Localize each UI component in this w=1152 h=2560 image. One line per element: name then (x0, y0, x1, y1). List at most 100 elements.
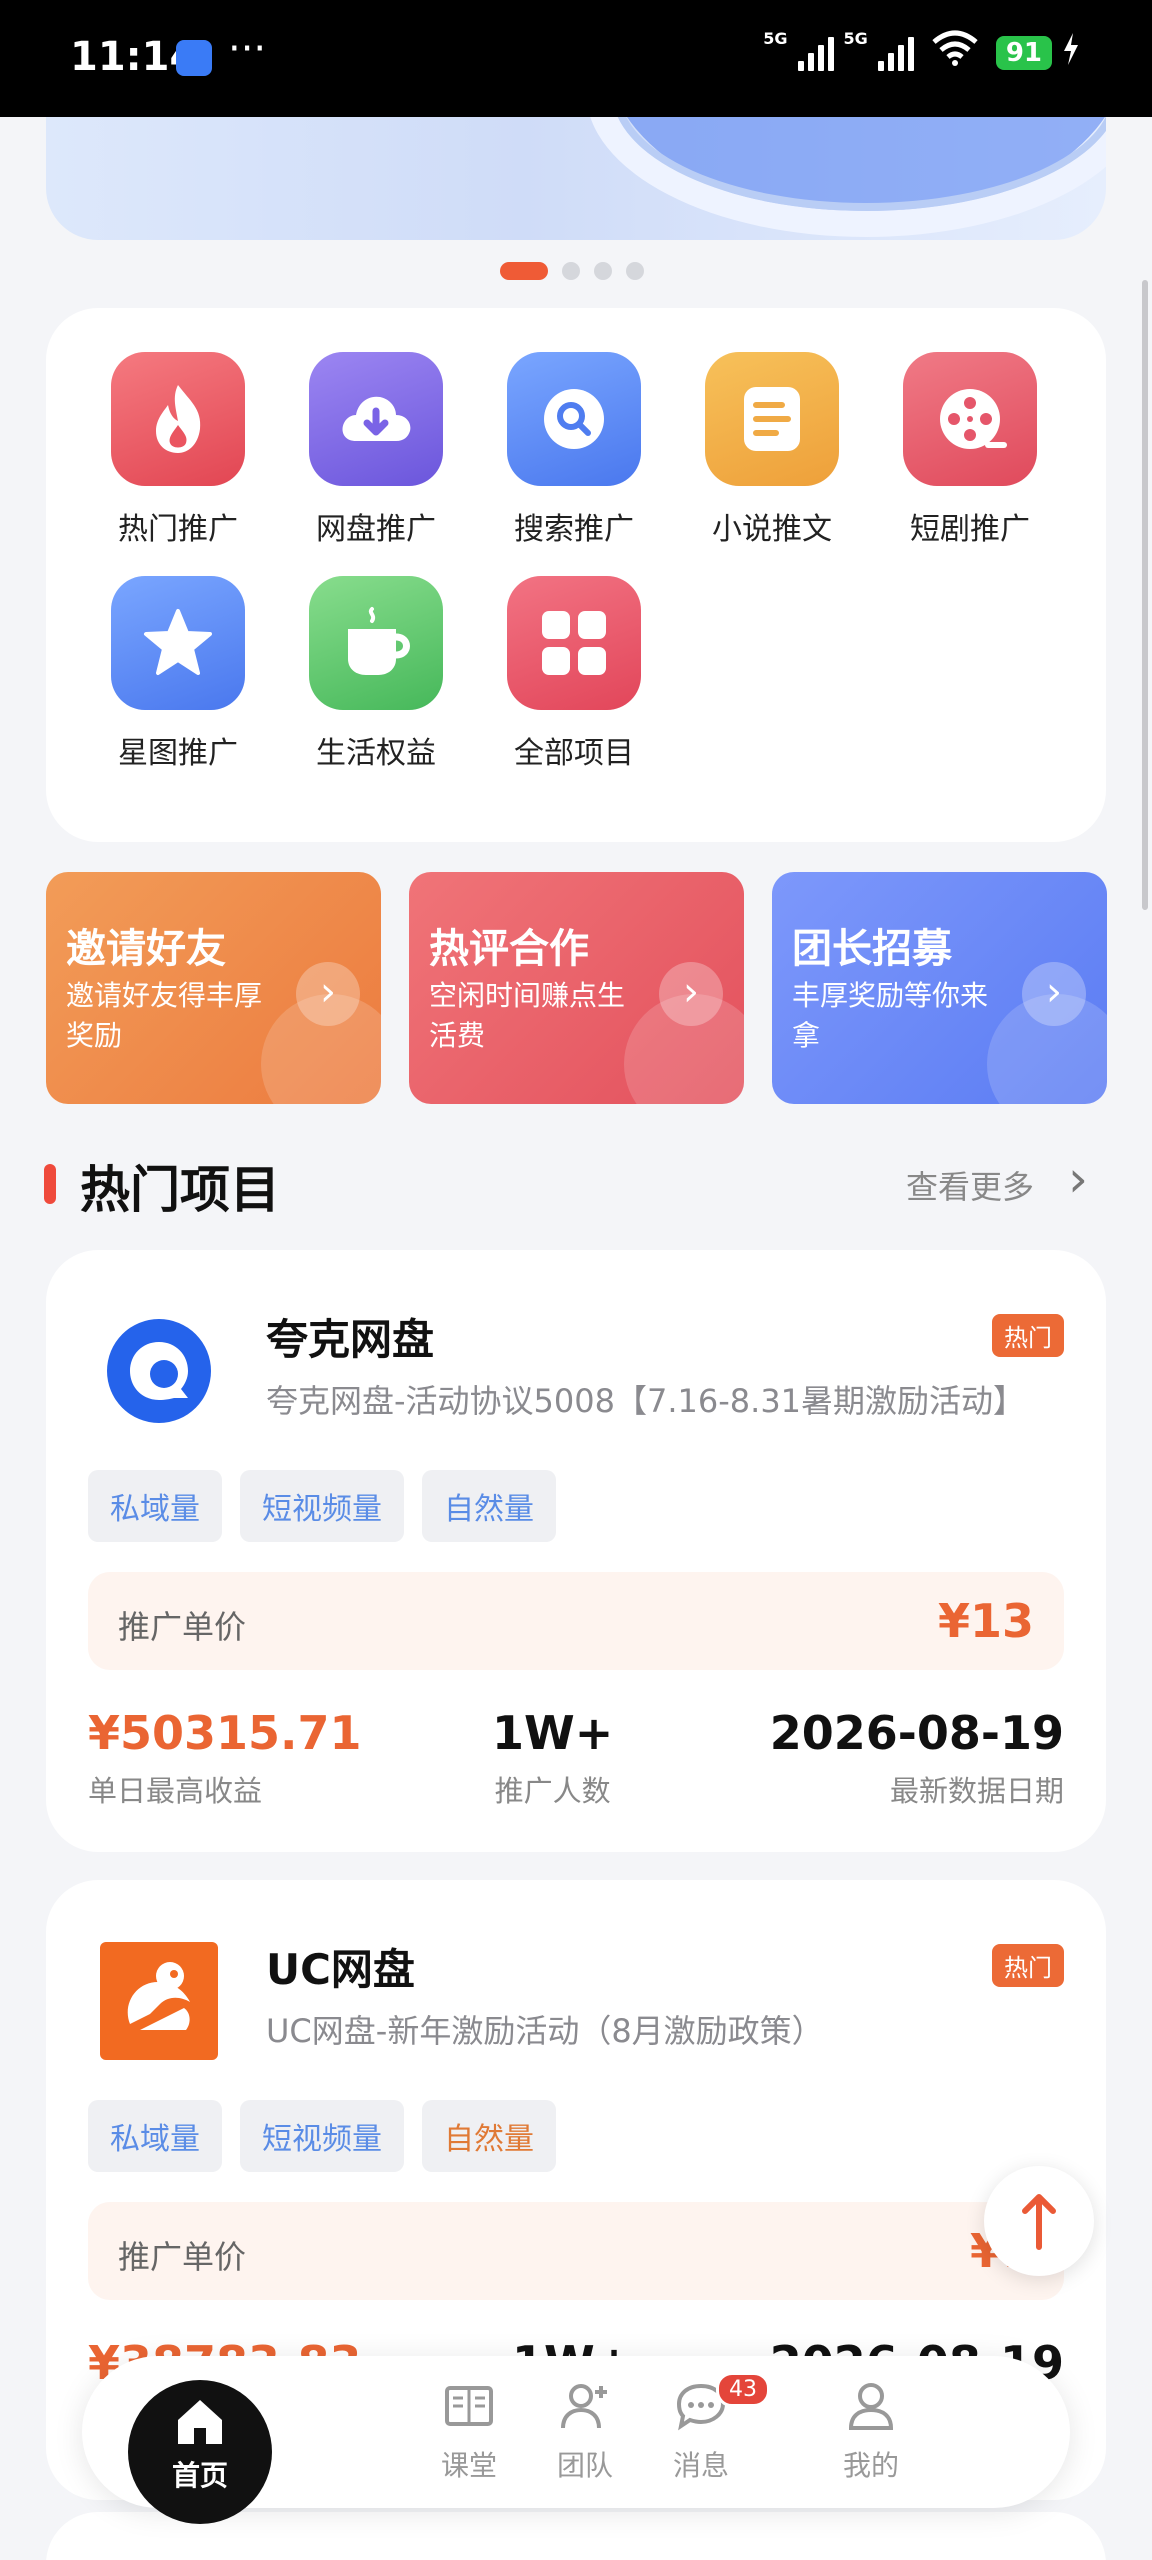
unit-price-bar: 推广单价 ¥13 (88, 1572, 1064, 1670)
back-to-top-button[interactable] (984, 2166, 1094, 2276)
tag-short-video-traffic: 短视频量 (240, 2100, 404, 2172)
promo-title: 团长招募 (792, 926, 952, 972)
chevron-right-icon: › (659, 962, 723, 1026)
grid-icon (507, 576, 641, 710)
project-card-quark[interactable]: 夸克网盘 夸克网盘-活动协议5008【7.16-8.31暑期激励活动】 热门 私… (46, 1250, 1106, 1852)
signal-bars-icon (877, 35, 914, 71)
tag-short-video-traffic: 短视频量 (240, 1470, 404, 1542)
search-icon (507, 352, 641, 486)
section-title: 热门项目 (80, 1161, 280, 1219)
fire-icon (111, 352, 245, 486)
chevron-right-icon: › (296, 962, 360, 1026)
project-name: UC网盘 (266, 1945, 415, 1994)
pager-dot (626, 262, 644, 280)
star-icon (111, 576, 245, 710)
banner-graphic-ring (586, 117, 1106, 237)
price-label: 推广单价 (118, 1608, 247, 1646)
category-search-promotion[interactable]: 搜索推广 (484, 352, 664, 548)
promo-description: 丰厚奖励等你来拿 (792, 979, 989, 1052)
promo-description: 邀请好友得丰厚奖励 (66, 979, 263, 1052)
more-notifications-icon: ··· (228, 26, 267, 72)
tab-home[interactable]: 首页 (128, 2380, 272, 2524)
project-subtitle: 夸克网盘-活动协议5008【7.16-8.31暑期激励活动】 (266, 1382, 1026, 1420)
hot-badge: 热门 (992, 1944, 1064, 1987)
tab-label: 我的 (842, 2449, 899, 2482)
section-accent-bar (44, 1164, 56, 1204)
pager-dot (594, 262, 612, 280)
stat-latest-data-date: 2026-08-19 最新数据日期 (770, 1706, 1064, 1810)
stat-promoter-count: 1W+ 推广人数 (492, 1706, 613, 1810)
category-all-projects[interactable]: 全部项目 (484, 576, 664, 772)
stat-value: 1W+ (492, 1706, 614, 1760)
home-icon (172, 2394, 228, 2450)
cloud-download-icon (309, 352, 443, 486)
stat-value: 2026-08-19 (769, 1706, 1064, 1760)
hot-comment-cooperation-card[interactable]: 热评合作 空闲时间赚点生活费 › (409, 872, 744, 1104)
baidu-app-icon (176, 40, 212, 76)
document-icon (705, 352, 839, 486)
stat-value: ¥50315.71 (88, 1706, 362, 1760)
price-value: ¥13 (937, 1594, 1034, 1648)
category-label: 热门推广 (118, 512, 238, 547)
stat-label: 单日最高收益 (88, 1774, 263, 1808)
project-tags: 私域量 短视频量 自然量 (88, 2100, 556, 2172)
pager-dot (562, 262, 580, 280)
coffee-cup-icon (309, 576, 443, 710)
category-label: 小说推文 (712, 512, 832, 547)
category-label: 搜索推广 (514, 512, 634, 547)
charging-icon (1062, 32, 1080, 73)
film-reel-icon (903, 352, 1037, 486)
chevron-right-icon[interactable]: › (1068, 1150, 1088, 1208)
team-icon (557, 2378, 613, 2434)
profile-icon (843, 2378, 899, 2434)
promo-banner[interactable] (46, 117, 1106, 240)
promo-title: 邀请好友 (66, 926, 226, 972)
chevron-right-icon: › (1022, 962, 1086, 1026)
promo-title: 热评合作 (429, 926, 589, 972)
price-label: 推广单价 (118, 2238, 247, 2276)
category-short-drama[interactable]: 短剧推广 (880, 352, 1060, 548)
signal-bars-icon (797, 35, 834, 71)
category-life-benefits[interactable]: 生活权益 (286, 576, 466, 772)
promo-description: 空闲时间赚点生活费 (429, 979, 626, 1052)
category-cloud-drive[interactable]: 网盘推广 (286, 352, 466, 548)
tab-profile[interactable]: 我的 (796, 2378, 946, 2488)
category-label: 生活权益 (316, 736, 436, 771)
scrollbar[interactable] (1142, 280, 1148, 910)
banner-pager (500, 262, 644, 280)
tag-natural-traffic: 自然量 (422, 1470, 556, 1542)
network-type-2: 5G (843, 29, 868, 48)
view-more-link[interactable]: 查看更多 (906, 1162, 1034, 1208)
team-leader-recruit-card[interactable]: 团长招募 丰厚奖励等你来拿 › (772, 872, 1107, 1104)
category-label: 星图推广 (118, 736, 238, 771)
project-subtitle: UC网盘-新年激励活动（8月激励政策） (266, 2012, 824, 2050)
tab-label: 首页 (171, 2459, 228, 2492)
tag-natural-traffic: 自然量 (422, 2100, 556, 2172)
invite-friends-card[interactable]: 邀请好友 邀请好友得丰厚奖励 › (46, 872, 381, 1104)
stat-max-daily-income: ¥50315.71 单日最高收益 (88, 1706, 362, 1810)
project-name: 夸克网盘 (266, 1315, 435, 1364)
category-star-map[interactable]: 星图推广 (88, 576, 268, 772)
stat-label: 最新数据日期 (889, 1774, 1064, 1808)
tag-private-traffic: 私域量 (88, 1470, 222, 1542)
tab-messages[interactable]: 消息 43 (626, 2372, 776, 2488)
hot-badge: 热门 (992, 1314, 1064, 1357)
unit-price-bar: 推广单价 ¥1 (88, 2202, 1064, 2300)
quark-logo-icon (100, 1312, 218, 1430)
book-icon (441, 2378, 497, 2434)
category-novel-article[interactable]: 小说推文 (682, 352, 862, 548)
category-grid: 热门推广 网盘推广 搜索推广 小说推文 短剧推广 星图推广 生活权益 全部项目 (46, 308, 1106, 842)
unread-count-badge: 43 (716, 2372, 770, 2407)
category-label: 短剧推广 (910, 512, 1030, 547)
category-hot-promotion[interactable]: 热门推广 (88, 352, 268, 548)
wifi-icon (932, 30, 978, 75)
category-label: 网盘推广 (316, 512, 436, 547)
project-tags: 私域量 短视频量 自然量 (88, 1470, 556, 1542)
status-bar: 11:14 ··· 5G 5G 91 (0, 0, 1152, 117)
battery-level: 91 (995, 35, 1052, 70)
uc-logo-icon (100, 1942, 218, 2060)
network-type-1: 5G (763, 29, 788, 48)
tab-label: 消息 (672, 2449, 729, 2482)
category-label: 全部项目 (514, 736, 634, 771)
stat-label: 推广人数 (494, 1774, 611, 1808)
